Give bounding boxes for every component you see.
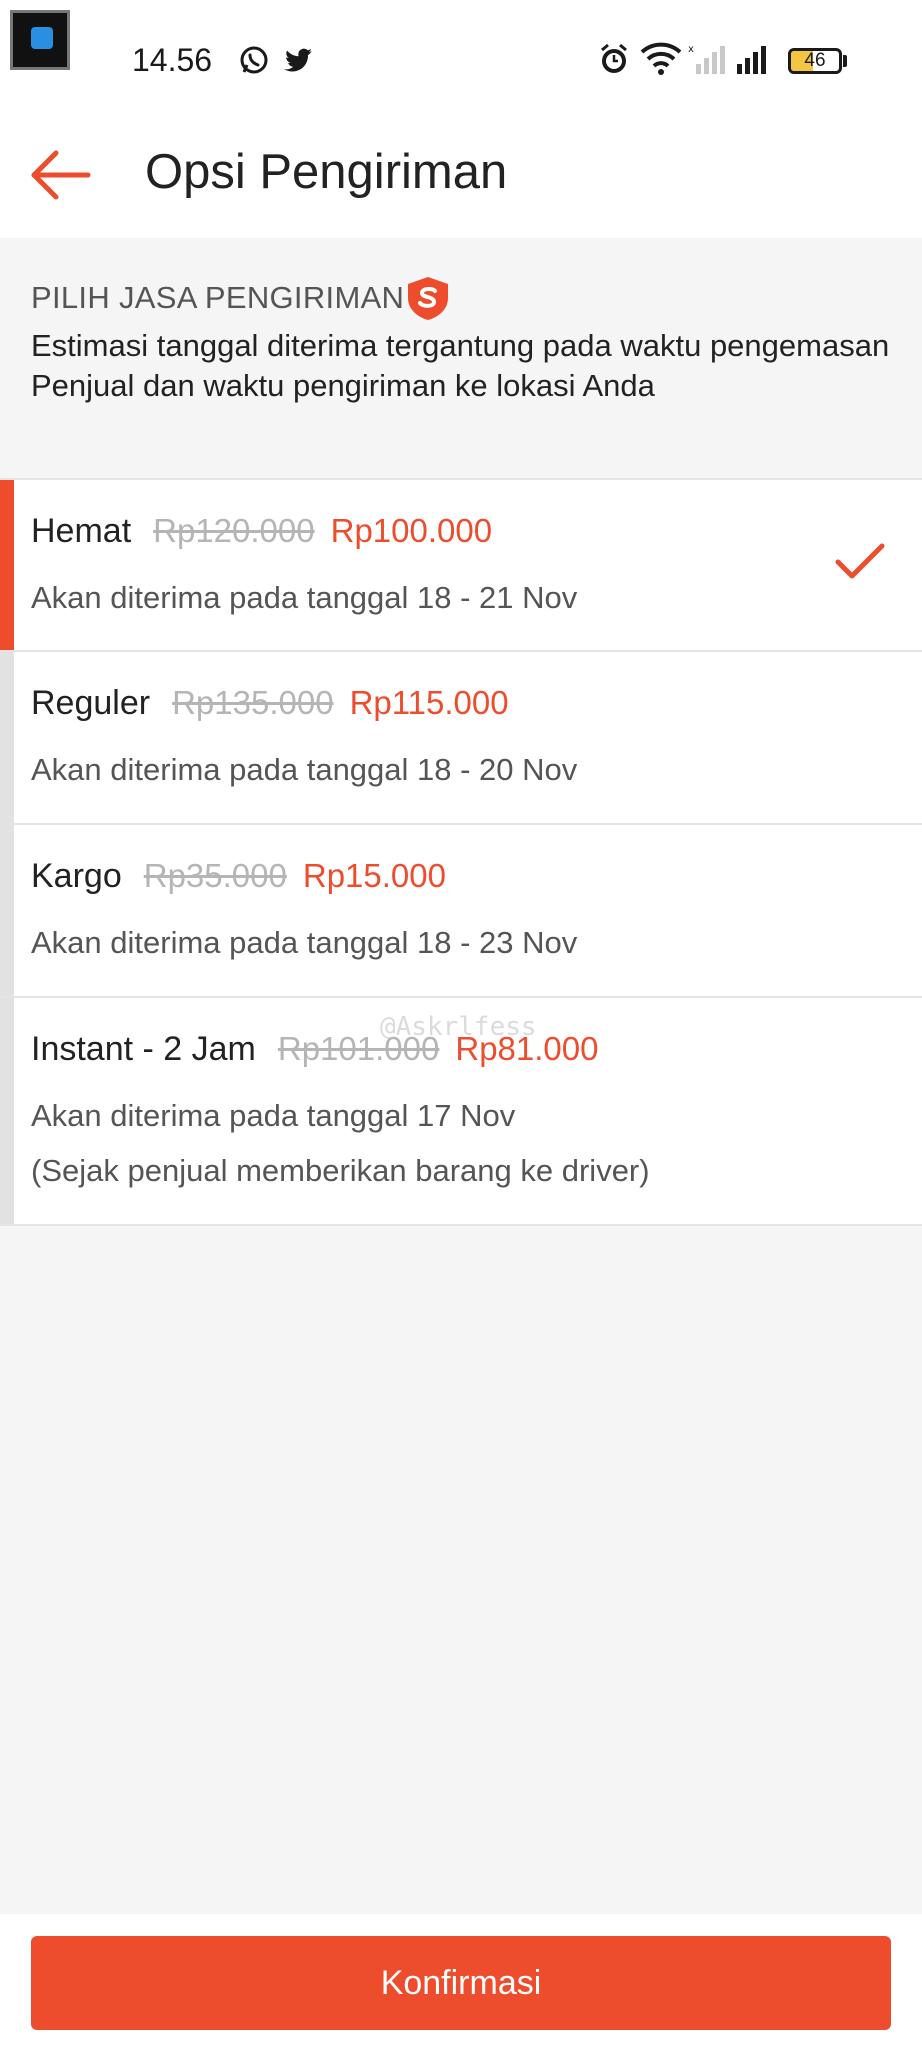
battery-icon: 46 bbox=[788, 48, 842, 74]
whatsapp-icon bbox=[240, 46, 268, 74]
delivery-estimate: Akan diterima pada tanggal 17 Nov bbox=[31, 1098, 516, 1133]
option-name: Reguler bbox=[31, 684, 151, 722]
watermark: @Askrlfess bbox=[380, 1012, 537, 1042]
option-name: Hemat bbox=[31, 512, 132, 550]
original-price: Rp120.000 bbox=[153, 512, 315, 549]
twitter-icon bbox=[284, 48, 312, 72]
delivery-estimate: Akan diterima pada tanggal 18 - 20 Nov bbox=[31, 752, 578, 787]
shipping-info-section: PILIH JASA PENGIRIMAN Estimasi tanggal d… bbox=[0, 238, 922, 478]
option-price-row: Reguler Rp135.000 Rp115.000 bbox=[31, 684, 509, 723]
signal-sim2-icon bbox=[737, 46, 766, 74]
section-heading: PILIH JASA PENGIRIMAN bbox=[31, 274, 452, 322]
option-name: Instant - 2 Jam bbox=[31, 1030, 256, 1068]
back-button[interactable] bbox=[22, 140, 102, 210]
discounted-price: Rp100.000 bbox=[330, 512, 493, 549]
page-title: Opsi Pengiriman bbox=[145, 145, 508, 199]
battery-tip bbox=[843, 55, 847, 67]
shipping-option-kargo[interactable]: Kargo Rp35.000 Rp15.000 Akan diterima pa… bbox=[0, 825, 922, 998]
section-heading-text: PILIH JASA PENGIRIMAN bbox=[31, 280, 405, 315]
confirm-button[interactable]: Konfirmasi bbox=[31, 1936, 891, 2030]
delivery-estimate: Akan diterima pada tanggal 18 - 21 Nov bbox=[31, 580, 578, 615]
option-price-row: Kargo Rp35.000 Rp15.000 bbox=[31, 857, 446, 896]
delivery-estimate-note: Estimasi tanggal diterima tergantung pad… bbox=[31, 328, 890, 403]
wifi-icon bbox=[640, 42, 682, 75]
app-header: Opsi Pengiriman bbox=[0, 112, 922, 238]
bottom-action-bar: Konfirmasi bbox=[0, 1914, 922, 2048]
discounted-price: Rp15.000 bbox=[302, 857, 446, 894]
option-price-row: Hemat Rp120.000 Rp100.000 bbox=[31, 512, 492, 551]
status-bar: 14.56 x 46 bbox=[0, 0, 922, 112]
delivery-note: (Sejak penjual memberikan barang ke driv… bbox=[31, 1153, 650, 1188]
status-time: 14.56 bbox=[132, 42, 213, 78]
signal-sim1-icon: x bbox=[688, 44, 725, 74]
option-indicator-bar bbox=[0, 652, 14, 823]
original-price: Rp135.000 bbox=[172, 684, 334, 721]
original-price: Rp35.000 bbox=[143, 857, 287, 894]
shipping-options-list: Hemat Rp120.000 Rp100.000 Akan diterima … bbox=[0, 478, 922, 1226]
battery-level: 46 bbox=[804, 50, 826, 71]
option-name: Kargo bbox=[31, 857, 122, 895]
selected-indicator-bar bbox=[0, 480, 14, 650]
svg-text:x: x bbox=[688, 44, 694, 55]
discounted-price: Rp115.000 bbox=[349, 684, 509, 721]
delivery-estimate: Akan diterima pada tanggal 18 - 23 Nov bbox=[31, 925, 578, 960]
option-indicator-bar bbox=[0, 825, 14, 996]
shipping-option-hemat[interactable]: Hemat Rp120.000 Rp100.000 Akan diterima … bbox=[0, 480, 922, 652]
app-thumbnail-icon bbox=[10, 10, 70, 70]
alarm-icon bbox=[601, 43, 627, 73]
checkmark-icon bbox=[835, 543, 885, 579]
option-indicator-bar bbox=[0, 998, 14, 1224]
shipping-option-reguler[interactable]: Reguler Rp135.000 Rp115.000 Akan diterim… bbox=[0, 652, 922, 825]
back-arrow-icon bbox=[31, 150, 91, 200]
shopee-shield-icon bbox=[408, 277, 449, 320]
